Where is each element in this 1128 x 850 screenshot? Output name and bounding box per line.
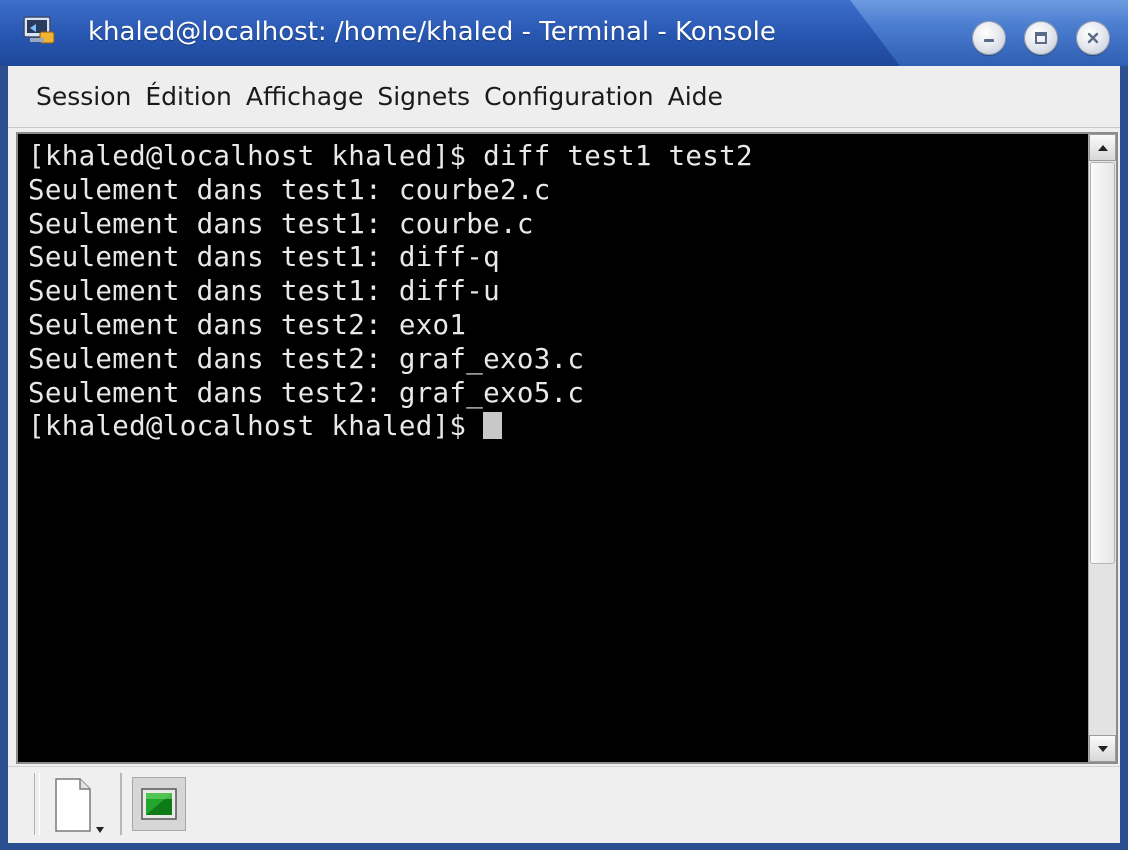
terminal-line: Seulement dans test2: exo1 xyxy=(28,308,467,341)
scroll-down-button[interactable] xyxy=(1089,735,1116,762)
terminal-prompt: [khaled@localhost khaled]$ xyxy=(28,410,484,443)
maximize-icon xyxy=(1035,32,1047,44)
menu-edit[interactable]: Édition xyxy=(143,78,234,115)
scroll-up-button[interactable] xyxy=(1089,134,1116,161)
konsole-window: khaled@localhost: /home/khaled - Termina… xyxy=(0,0,1128,850)
terminal-frame: [khaled@localhost khaled]$ diff test1 te… xyxy=(16,132,1118,764)
terminal-session-icon xyxy=(141,788,177,820)
menu-bar: Session Édition Affichage Signets Config… xyxy=(8,66,1120,128)
toolbar-grip[interactable] xyxy=(34,773,40,835)
close-button[interactable] xyxy=(1076,21,1110,55)
terminal-line: Seulement dans test1: courbe2.c xyxy=(28,173,551,206)
scroll-thumb[interactable] xyxy=(1090,162,1115,564)
new-session-button[interactable] xyxy=(46,773,116,839)
konsole-app-icon[interactable] xyxy=(22,14,56,46)
minimize-icon xyxy=(984,39,994,42)
title-bar[interactable]: khaled@localhost: /home/khaled - Termina… xyxy=(0,0,1128,66)
menu-settings[interactable]: Configuration xyxy=(482,78,656,115)
terminal-line: Seulement dans test1: diff-u xyxy=(28,275,500,308)
close-icon xyxy=(1087,32,1099,44)
terminal-line: Seulement dans test2: graf_exo3.c xyxy=(28,342,585,375)
new-document-icon xyxy=(55,778,104,833)
menu-view[interactable]: Affichage xyxy=(244,78,365,115)
menu-session[interactable]: Session xyxy=(34,78,133,115)
maximize-button[interactable] xyxy=(1024,21,1058,55)
minimize-button[interactable] xyxy=(972,21,1006,55)
menu-bookmarks[interactable]: Signets xyxy=(375,78,472,115)
text-cursor xyxy=(483,412,503,440)
terminal-prompt-line: [khaled@localhost khaled]$ xyxy=(28,410,1078,444)
terminal-output[interactable]: [khaled@localhost khaled]$ diff test1 te… xyxy=(18,134,1088,762)
vertical-scrollbar[interactable] xyxy=(1088,134,1116,762)
arrow-up-icon xyxy=(1097,144,1108,151)
toolbar-separator xyxy=(120,773,122,835)
terminal-line: Seulement dans test1: diff-q xyxy=(28,241,500,274)
menu-help[interactable]: Aide xyxy=(666,78,725,115)
terminal-line: Seulement dans test2: graf_exo5.c xyxy=(28,376,585,409)
session-tab-bar xyxy=(8,766,1120,843)
terminal-line: [khaled@localhost khaled]$ diff test1 te… xyxy=(28,140,753,172)
session-tab-shell[interactable] xyxy=(132,777,186,831)
arrow-down-icon xyxy=(1097,745,1108,752)
window-title: khaled@localhost: /home/khaled - Termina… xyxy=(88,17,776,47)
terminal-line: Seulement dans test1: courbe.c xyxy=(28,207,534,240)
